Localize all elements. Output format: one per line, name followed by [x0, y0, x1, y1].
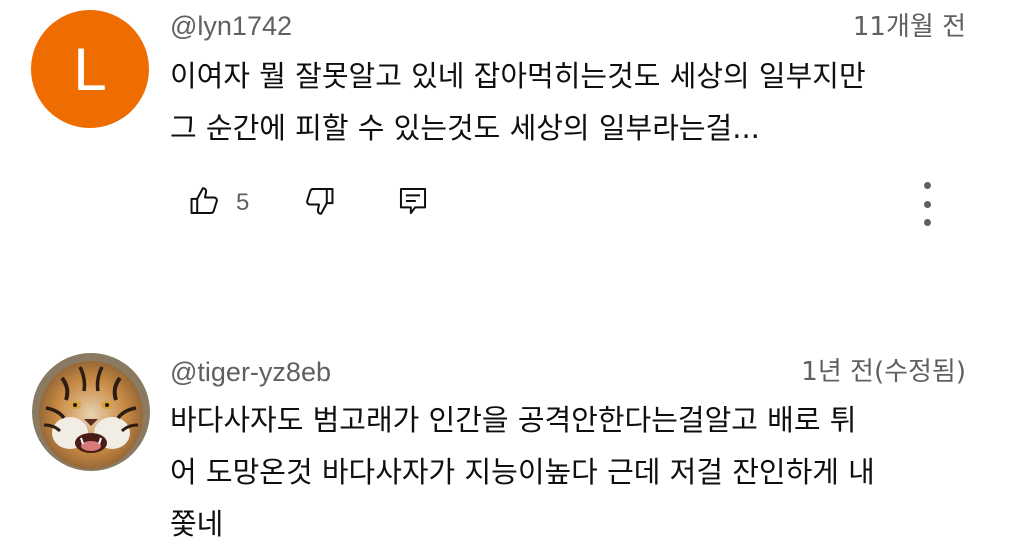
avatar[interactable] [32, 353, 150, 471]
comment-text: 바다사자도 범고래가 인간을 공격안한다는걸알고 배로 튀 어 도망온것 바다사… [170, 403, 875, 541]
comment-author[interactable]: @tiger-yz8eb [170, 356, 331, 388]
comment-timestamp: 1년 전(수정됨) [801, 357, 966, 387]
tiger-avatar [32, 353, 150, 471]
comment-item: @tiger-yz8eb 1년 전(수정됨) 바다사자도 범고래가 인간을 공격… [0, 0, 1024, 548]
